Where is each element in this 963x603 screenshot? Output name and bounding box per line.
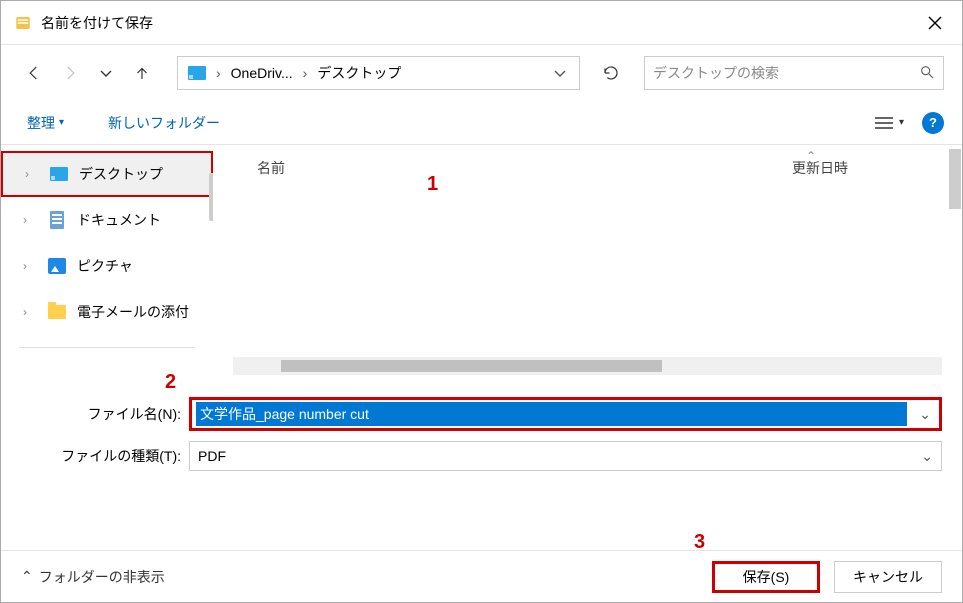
chevron-down-icon[interactable]: ⌄: [911, 406, 939, 423]
chevron-down-icon: ▾: [59, 117, 64, 128]
column-date[interactable]: 更新日時: [792, 158, 962, 178]
tree-item-label: 電子メールの添付: [77, 302, 189, 322]
back-button[interactable]: [19, 58, 49, 88]
chevron-right-icon[interactable]: ›: [23, 213, 37, 227]
cancel-label: キャンセル: [853, 567, 923, 587]
desktop-icon: [49, 164, 69, 184]
title-bar: 名前を付けて保存: [1, 1, 962, 45]
chevron-right-icon[interactable]: ›: [301, 65, 310, 81]
main-area: › デスクトップ › ドキュメント › ピクチャ › 電子メールの添付 1 名前…: [1, 145, 962, 375]
sort-indicator-icon: ⌃: [806, 149, 816, 163]
save-button[interactable]: 保存(S): [712, 561, 820, 593]
organize-label: 整理: [27, 113, 55, 133]
filetype-value: PDF: [198, 448, 226, 464]
chevron-up-icon: ⌃: [21, 568, 33, 585]
folder-icon: [47, 302, 67, 322]
save-label: 保存(S): [743, 567, 790, 587]
chevron-down-icon: ▾: [899, 117, 904, 128]
tree-item-documents[interactable]: › ドキュメント: [1, 197, 213, 243]
chevron-right-icon[interactable]: ›: [25, 167, 39, 181]
tree-item-desktop[interactable]: › デスクトップ: [1, 151, 213, 197]
refresh-button[interactable]: [596, 58, 626, 88]
search-icon[interactable]: [919, 64, 935, 83]
tree-item-email[interactable]: › 電子メールの添付: [1, 289, 213, 335]
list-body[interactable]: [213, 191, 962, 375]
chevron-right-icon[interactable]: ›: [23, 305, 37, 319]
divider: [19, 347, 195, 348]
chevron-right-icon[interactable]: ›: [214, 65, 223, 81]
address-bar[interactable]: › OneDriv... › デスクトップ: [177, 56, 580, 90]
tree-item-label: ピクチャ: [77, 256, 133, 276]
search-input[interactable]: [653, 65, 919, 81]
bottom-bar: ⌃ フォルダーの非表示 3 保存(S) キャンセル: [1, 550, 962, 602]
filename-combobox[interactable]: ⌄: [189, 397, 942, 431]
navigation-row: › OneDriv... › デスクトップ: [1, 45, 962, 101]
chevron-down-icon[interactable]: ⌄: [921, 448, 933, 465]
address-dropdown[interactable]: [545, 66, 575, 80]
list-header: 名前 更新日時: [213, 145, 962, 191]
cancel-button[interactable]: キャンセル: [834, 561, 942, 593]
window-title: 名前を付けて保存: [41, 13, 912, 33]
up-button[interactable]: [127, 58, 157, 88]
tree-item-pictures[interactable]: › ピクチャ: [1, 243, 213, 289]
hide-folders-label: フォルダーの非表示: [39, 567, 165, 587]
annotation-3: 3: [694, 531, 705, 554]
list-hscrollbar[interactable]: [233, 357, 942, 375]
annotation-2: 2: [165, 371, 176, 394]
filetype-label: ファイルの種類(T):: [21, 446, 189, 466]
column-name[interactable]: 名前: [257, 158, 792, 178]
path-segment-0[interactable]: OneDriv...: [225, 57, 299, 89]
tree-item-label: デスクトップ: [79, 164, 163, 184]
close-button[interactable]: [912, 1, 958, 45]
filename-input[interactable]: [196, 402, 907, 426]
fields-area: 2 ファイル名(N): ⌄ ファイルの種類(T): PDF ⌄: [1, 375, 962, 491]
search-box[interactable]: [644, 56, 944, 90]
folder-tree: › デスクトップ › ドキュメント › ピクチャ › 電子メールの添付: [1, 145, 213, 375]
picture-icon: [47, 256, 67, 276]
hide-folders-toggle[interactable]: ⌃ フォルダーの非表示: [21, 567, 165, 587]
help-button[interactable]: ?: [922, 112, 944, 134]
new-folder-button[interactable]: 新しいフォルダー: [100, 109, 228, 137]
app-icon: [13, 13, 33, 33]
recent-locations-button[interactable]: [91, 58, 121, 88]
toolbar: 整理 ▾ 新しいフォルダー ▾ ?: [1, 101, 962, 145]
filename-label: ファイル名(N):: [21, 404, 189, 424]
organize-button[interactable]: 整理 ▾: [19, 109, 72, 137]
forward-button[interactable]: [55, 58, 85, 88]
file-list: 1 名前 更新日時 ⌃: [213, 145, 962, 375]
chevron-right-icon[interactable]: ›: [23, 259, 37, 273]
tree-item-label: ドキュメント: [77, 210, 161, 230]
path-segment-1[interactable]: デスクトップ: [311, 57, 407, 89]
document-icon: [47, 210, 67, 230]
new-folder-label: 新しいフォルダー: [108, 113, 220, 133]
view-button[interactable]: ▾: [875, 116, 904, 130]
filetype-combobox[interactable]: PDF ⌄: [189, 441, 942, 471]
path-root-icon[interactable]: [182, 57, 212, 89]
